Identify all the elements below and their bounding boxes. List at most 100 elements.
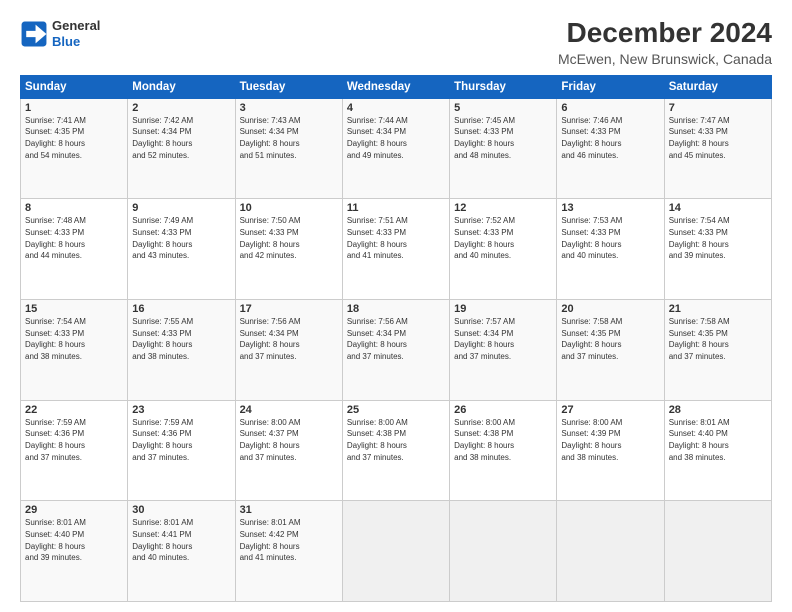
day-info: Sunrise: 7:42 AM Sunset: 4:34 PM Dayligh… xyxy=(132,115,230,161)
calendar-table: SundayMondayTuesdayWednesdayThursdayFrid… xyxy=(20,75,772,602)
main-title: December 2024 xyxy=(558,18,772,49)
day-number: 14 xyxy=(669,202,767,214)
day-number: 22 xyxy=(25,404,123,416)
logo-icon xyxy=(20,20,48,48)
day-number: 25 xyxy=(347,404,445,416)
day-number: 24 xyxy=(240,404,338,416)
calendar-week-5: 29Sunrise: 8:01 AM Sunset: 4:40 PM Dayli… xyxy=(21,501,772,602)
weekday-header-sunday: Sunday xyxy=(21,75,128,98)
calendar-cell: 29Sunrise: 8:01 AM Sunset: 4:40 PM Dayli… xyxy=(21,501,128,602)
title-block: December 2024 McEwen, New Brunswick, Can… xyxy=(558,18,772,67)
calendar-cell: 25Sunrise: 8:00 AM Sunset: 4:38 PM Dayli… xyxy=(342,400,449,501)
day-info: Sunrise: 8:00 AM Sunset: 4:39 PM Dayligh… xyxy=(561,417,659,463)
calendar-cell: 15Sunrise: 7:54 AM Sunset: 4:33 PM Dayli… xyxy=(21,300,128,401)
day-info: Sunrise: 7:43 AM Sunset: 4:34 PM Dayligh… xyxy=(240,115,338,161)
calendar-cell: 18Sunrise: 7:56 AM Sunset: 4:34 PM Dayli… xyxy=(342,300,449,401)
day-info: Sunrise: 7:58 AM Sunset: 4:35 PM Dayligh… xyxy=(561,316,659,362)
calendar-cell: 2Sunrise: 7:42 AM Sunset: 4:34 PM Daylig… xyxy=(128,98,235,199)
weekday-header-saturday: Saturday xyxy=(664,75,771,98)
day-number: 23 xyxy=(132,404,230,416)
day-number: 30 xyxy=(132,504,230,516)
page: General Blue December 2024 McEwen, New B… xyxy=(0,0,792,612)
weekday-header-row: SundayMondayTuesdayWednesdayThursdayFrid… xyxy=(21,75,772,98)
calendar-cell xyxy=(664,501,771,602)
day-info: Sunrise: 7:41 AM Sunset: 4:35 PM Dayligh… xyxy=(25,115,123,161)
day-info: Sunrise: 8:01 AM Sunset: 4:40 PM Dayligh… xyxy=(25,517,123,563)
day-number: 8 xyxy=(25,202,123,214)
logo-line1: General xyxy=(52,18,100,34)
calendar-cell: 30Sunrise: 8:01 AM Sunset: 4:41 PM Dayli… xyxy=(128,501,235,602)
day-info: Sunrise: 7:55 AM Sunset: 4:33 PM Dayligh… xyxy=(132,316,230,362)
day-info: Sunrise: 7:56 AM Sunset: 4:34 PM Dayligh… xyxy=(240,316,338,362)
day-number: 28 xyxy=(669,404,767,416)
calendar-cell: 11Sunrise: 7:51 AM Sunset: 4:33 PM Dayli… xyxy=(342,199,449,300)
logo: General Blue xyxy=(20,18,100,49)
calendar-week-3: 15Sunrise: 7:54 AM Sunset: 4:33 PM Dayli… xyxy=(21,300,772,401)
day-info: Sunrise: 7:50 AM Sunset: 4:33 PM Dayligh… xyxy=(240,215,338,261)
day-number: 12 xyxy=(454,202,552,214)
calendar-cell: 4Sunrise: 7:44 AM Sunset: 4:34 PM Daylig… xyxy=(342,98,449,199)
calendar-cell: 9Sunrise: 7:49 AM Sunset: 4:33 PM Daylig… xyxy=(128,199,235,300)
day-info: Sunrise: 7:59 AM Sunset: 4:36 PM Dayligh… xyxy=(25,417,123,463)
day-number: 7 xyxy=(669,102,767,114)
day-info: Sunrise: 7:54 AM Sunset: 4:33 PM Dayligh… xyxy=(25,316,123,362)
header: General Blue December 2024 McEwen, New B… xyxy=(20,18,772,67)
day-number: 2 xyxy=(132,102,230,114)
calendar-cell: 7Sunrise: 7:47 AM Sunset: 4:33 PM Daylig… xyxy=(664,98,771,199)
day-info: Sunrise: 7:49 AM Sunset: 4:33 PM Dayligh… xyxy=(132,215,230,261)
day-info: Sunrise: 8:00 AM Sunset: 4:38 PM Dayligh… xyxy=(347,417,445,463)
calendar-cell xyxy=(342,501,449,602)
day-number: 18 xyxy=(347,303,445,315)
calendar-cell: 21Sunrise: 7:58 AM Sunset: 4:35 PM Dayli… xyxy=(664,300,771,401)
calendar-cell: 10Sunrise: 7:50 AM Sunset: 4:33 PM Dayli… xyxy=(235,199,342,300)
day-info: Sunrise: 7:58 AM Sunset: 4:35 PM Dayligh… xyxy=(669,316,767,362)
day-number: 4 xyxy=(347,102,445,114)
calendar-cell: 3Sunrise: 7:43 AM Sunset: 4:34 PM Daylig… xyxy=(235,98,342,199)
day-info: Sunrise: 7:51 AM Sunset: 4:33 PM Dayligh… xyxy=(347,215,445,261)
calendar-cell: 20Sunrise: 7:58 AM Sunset: 4:35 PM Dayli… xyxy=(557,300,664,401)
calendar-week-1: 1Sunrise: 7:41 AM Sunset: 4:35 PM Daylig… xyxy=(21,98,772,199)
day-number: 3 xyxy=(240,102,338,114)
day-info: Sunrise: 7:44 AM Sunset: 4:34 PM Dayligh… xyxy=(347,115,445,161)
calendar-cell: 13Sunrise: 7:53 AM Sunset: 4:33 PM Dayli… xyxy=(557,199,664,300)
calendar-cell xyxy=(557,501,664,602)
weekday-header-thursday: Thursday xyxy=(450,75,557,98)
calendar-cell: 17Sunrise: 7:56 AM Sunset: 4:34 PM Dayli… xyxy=(235,300,342,401)
weekday-header-wednesday: Wednesday xyxy=(342,75,449,98)
day-number: 10 xyxy=(240,202,338,214)
day-number: 9 xyxy=(132,202,230,214)
calendar-cell: 24Sunrise: 8:00 AM Sunset: 4:37 PM Dayli… xyxy=(235,400,342,501)
calendar-cell: 16Sunrise: 7:55 AM Sunset: 4:33 PM Dayli… xyxy=(128,300,235,401)
calendar-cell: 28Sunrise: 8:01 AM Sunset: 4:40 PM Dayli… xyxy=(664,400,771,501)
subtitle: McEwen, New Brunswick, Canada xyxy=(558,51,772,67)
day-info: Sunrise: 7:54 AM Sunset: 4:33 PM Dayligh… xyxy=(669,215,767,261)
calendar-cell: 26Sunrise: 8:00 AM Sunset: 4:38 PM Dayli… xyxy=(450,400,557,501)
day-number: 13 xyxy=(561,202,659,214)
calendar-cell: 31Sunrise: 8:01 AM Sunset: 4:42 PM Dayli… xyxy=(235,501,342,602)
day-info: Sunrise: 7:59 AM Sunset: 4:36 PM Dayligh… xyxy=(132,417,230,463)
logo-line2: Blue xyxy=(52,34,100,50)
day-number: 29 xyxy=(25,504,123,516)
day-info: Sunrise: 7:46 AM Sunset: 4:33 PM Dayligh… xyxy=(561,115,659,161)
day-info: Sunrise: 7:45 AM Sunset: 4:33 PM Dayligh… xyxy=(454,115,552,161)
weekday-header-tuesday: Tuesday xyxy=(235,75,342,98)
calendar-cell xyxy=(450,501,557,602)
day-number: 1 xyxy=(25,102,123,114)
calendar-cell: 19Sunrise: 7:57 AM Sunset: 4:34 PM Dayli… xyxy=(450,300,557,401)
day-number: 27 xyxy=(561,404,659,416)
day-number: 20 xyxy=(561,303,659,315)
day-info: Sunrise: 7:56 AM Sunset: 4:34 PM Dayligh… xyxy=(347,316,445,362)
calendar-cell: 14Sunrise: 7:54 AM Sunset: 4:33 PM Dayli… xyxy=(664,199,771,300)
day-info: Sunrise: 8:00 AM Sunset: 4:38 PM Dayligh… xyxy=(454,417,552,463)
day-info: Sunrise: 8:01 AM Sunset: 4:40 PM Dayligh… xyxy=(669,417,767,463)
day-info: Sunrise: 7:47 AM Sunset: 4:33 PM Dayligh… xyxy=(669,115,767,161)
day-number: 21 xyxy=(669,303,767,315)
day-info: Sunrise: 8:01 AM Sunset: 4:42 PM Dayligh… xyxy=(240,517,338,563)
day-number: 16 xyxy=(132,303,230,315)
day-number: 19 xyxy=(454,303,552,315)
day-info: Sunrise: 7:52 AM Sunset: 4:33 PM Dayligh… xyxy=(454,215,552,261)
day-number: 17 xyxy=(240,303,338,315)
day-info: Sunrise: 7:57 AM Sunset: 4:34 PM Dayligh… xyxy=(454,316,552,362)
weekday-header-friday: Friday xyxy=(557,75,664,98)
calendar-cell: 6Sunrise: 7:46 AM Sunset: 4:33 PM Daylig… xyxy=(557,98,664,199)
